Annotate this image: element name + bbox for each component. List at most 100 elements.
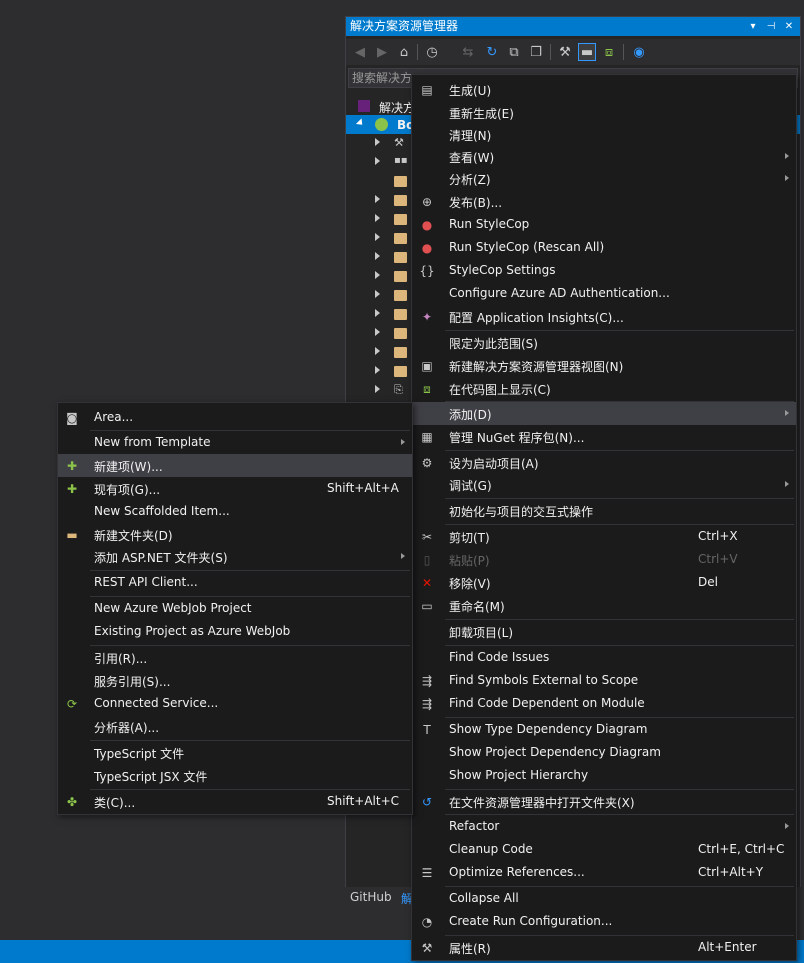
expand-arrow-icon[interactable] — [375, 233, 380, 241]
menu-item[interactable]: ▭ 重命名(M) — [412, 594, 796, 617]
menu-item[interactable]: ▦ 管理 NuGet 程序包(N)... — [412, 425, 796, 448]
collapse-all-icon[interactable]: ⧉ — [505, 43, 523, 61]
menu-item[interactable]: Cleanup Code Ctrl+E, Ctrl+C — [412, 838, 796, 861]
expand-arrow-icon[interactable] — [375, 271, 380, 279]
menu-item[interactable]: 服务引用(S)... — [58, 669, 412, 692]
menu-item[interactable]: Show Project Hierarchy — [412, 764, 796, 787]
show-all-files-icon[interactable]: ❐ — [527, 43, 545, 61]
expand-arrow-icon[interactable] — [375, 157, 380, 165]
preview-icon[interactable]: ▬ — [578, 43, 596, 61]
menu-item[interactable]: ⇶ Find Code Dependent on Module — [412, 692, 796, 715]
close-icon[interactable]: ✕ — [782, 17, 796, 36]
menu-item[interactable]: 分析器(A)... — [58, 715, 412, 738]
menu-item[interactable]: 引用(R)... — [58, 646, 412, 669]
menu-item-label: Area... — [94, 410, 134, 424]
refresh-icon[interactable]: ↻ — [483, 43, 501, 61]
expand-arrow-icon[interactable] — [375, 309, 380, 317]
menu-item[interactable]: 卸载项目(L) — [412, 620, 796, 643]
menu-item[interactable]: TypeScript 文件 — [58, 741, 412, 764]
forward-icon[interactable]: ▶ — [373, 43, 391, 61]
menu-item[interactable]: ☰ Optimize References... Ctrl+Alt+Y — [412, 861, 796, 884]
paste-icon: ▯ — [423, 553, 431, 567]
menu-item-label: Find Symbols External to Scope — [449, 673, 639, 687]
menu-item[interactable]: 清理(N) — [412, 123, 796, 146]
dropdown-icon[interactable]: ▾ — [746, 17, 760, 36]
menu-separator — [90, 596, 410, 597]
properties-icon[interactable]: ⚒ — [556, 43, 574, 61]
menu-item[interactable]: ● Run StyleCop — [412, 213, 796, 236]
menu-item[interactable]: ✚ 新建项(W)... — [58, 454, 412, 477]
menu-item[interactable]: ✕ 移除(V) Del — [412, 571, 796, 594]
menu-item[interactable]: ⊕ 发布(B)... — [412, 190, 796, 213]
menu-item[interactable]: ↺ 在文件资源管理器中打开文件夹(X) — [412, 790, 796, 813]
menu-item[interactable]: New Azure WebJob Project — [58, 597, 412, 620]
menu-separator — [445, 789, 794, 790]
menu-item[interactable]: ✂ 剪切(T) Ctrl+X — [412, 525, 796, 548]
menu-item-label: Show Project Hierarchy — [449, 768, 589, 782]
home-icon[interactable]: ⌂ — [395, 43, 413, 61]
expand-arrow-icon[interactable] — [375, 252, 380, 260]
menu-item[interactable]: ▯ 粘贴(P) Ctrl+V — [412, 548, 796, 571]
menu-item[interactable]: ▬ 新建文件夹(D) — [58, 523, 412, 546]
menu-item[interactable]: ⚙ 设为启动项目(A) — [412, 451, 796, 474]
stylecop-icon: ● — [421, 241, 433, 255]
expand-arrow-icon[interactable] — [375, 328, 380, 336]
back-icon[interactable]: ◀ — [351, 43, 369, 61]
menu-item-label: 新建解决方案资源管理器视图(N) — [449, 360, 624, 374]
sync-icon[interactable]: ⇆ — [459, 43, 477, 61]
menu-item[interactable]: ◙ Area... — [58, 406, 412, 429]
menu-item[interactable]: Configure Azure AD Authentication... — [412, 282, 796, 305]
tab-github[interactable]: GitHub — [350, 890, 392, 904]
menu-item-label: New Azure WebJob Project — [94, 601, 252, 615]
history-icon[interactable]: ◷ — [423, 43, 441, 61]
menu-item[interactable]: Show Project Dependency Diagram — [412, 741, 796, 764]
menu-item[interactable]: Refactor — [412, 815, 796, 838]
menu-item[interactable]: ✦ 配置 Application Insights(C)... — [412, 305, 796, 328]
menu-item[interactable]: ⚒ 属性(R) Alt+Enter — [412, 936, 796, 959]
menu-item[interactable]: 重新生成(E) — [412, 101, 796, 124]
menu-item[interactable]: {} StyleCop Settings — [412, 259, 796, 282]
run-config-icon: ◔ — [421, 915, 433, 929]
menu-separator — [445, 524, 794, 525]
remove-icon: ✕ — [421, 576, 433, 590]
menu-item[interactable]: 添加(D) — [412, 402, 796, 425]
class-view-icon[interactable]: ⧈ — [600, 43, 618, 61]
menu-item[interactable]: ⇶ Find Symbols External to Scope — [412, 669, 796, 692]
menu-item[interactable]: ⧈ 在代码图上显示(C) — [412, 377, 796, 400]
expand-arrow-icon[interactable] — [355, 118, 366, 128]
expand-arrow-icon[interactable] — [375, 385, 380, 393]
expand-arrow-icon[interactable] — [375, 347, 380, 355]
menu-item[interactable]: ▣ 新建解决方案资源管理器视图(N) — [412, 354, 796, 377]
menu-item[interactable]: T Show Type Dependency Diagram — [412, 718, 796, 741]
menu-item[interactable]: New from Template — [58, 431, 412, 454]
menu-item[interactable]: ⟳ Connected Service... — [58, 692, 412, 715]
expand-arrow-icon[interactable] — [375, 138, 380, 146]
globe-icon[interactable]: ◉ — [630, 43, 648, 61]
expand-arrow-icon[interactable] — [375, 366, 380, 374]
menu-item[interactable]: ● Run StyleCop (Rescan All) — [412, 236, 796, 259]
menu-item[interactable]: TypeScript JSX 文件 — [58, 764, 412, 787]
menu-item[interactable]: 限定为此范围(S) — [412, 331, 796, 354]
menu-item[interactable]: Collapse All — [412, 887, 796, 910]
menu-item[interactable]: 添加 ASP.NET 文件夹(S) — [58, 545, 412, 568]
menu-item[interactable]: 调试(G) — [412, 473, 796, 496]
menu-item[interactable]: ✤ 类(C)... Shift+Alt+C — [58, 790, 412, 813]
menu-item[interactable]: ◔ Create Run Configuration... — [412, 910, 796, 933]
menu-separator — [445, 450, 794, 451]
pin-icon[interactable]: ⊣ — [764, 17, 778, 36]
menu-item[interactable]: 初始化与项目的交互式操作 — [412, 499, 796, 522]
expand-arrow-icon[interactable] — [375, 214, 380, 222]
menu-item[interactable]: 查看(W) — [412, 145, 796, 168]
menu-separator — [445, 886, 794, 887]
menu-item-shortcut: Ctrl+Alt+Y — [698, 865, 764, 879]
menu-item[interactable]: Find Code Issues — [412, 646, 796, 669]
expand-arrow-icon[interactable] — [375, 195, 380, 203]
folder-icon — [394, 176, 407, 187]
menu-item[interactable]: ▤ 生成(U) — [412, 78, 796, 101]
menu-item[interactable]: New Scaffolded Item... — [58, 500, 412, 523]
menu-item[interactable]: REST API Client... — [58, 571, 412, 594]
expand-arrow-icon[interactable] — [375, 290, 380, 298]
menu-item[interactable]: Existing Project as Azure WebJob — [58, 620, 412, 643]
menu-item[interactable]: ✚ 现有项(G)... Shift+Alt+A — [58, 477, 412, 500]
menu-item[interactable]: 分析(Z) — [412, 167, 796, 190]
